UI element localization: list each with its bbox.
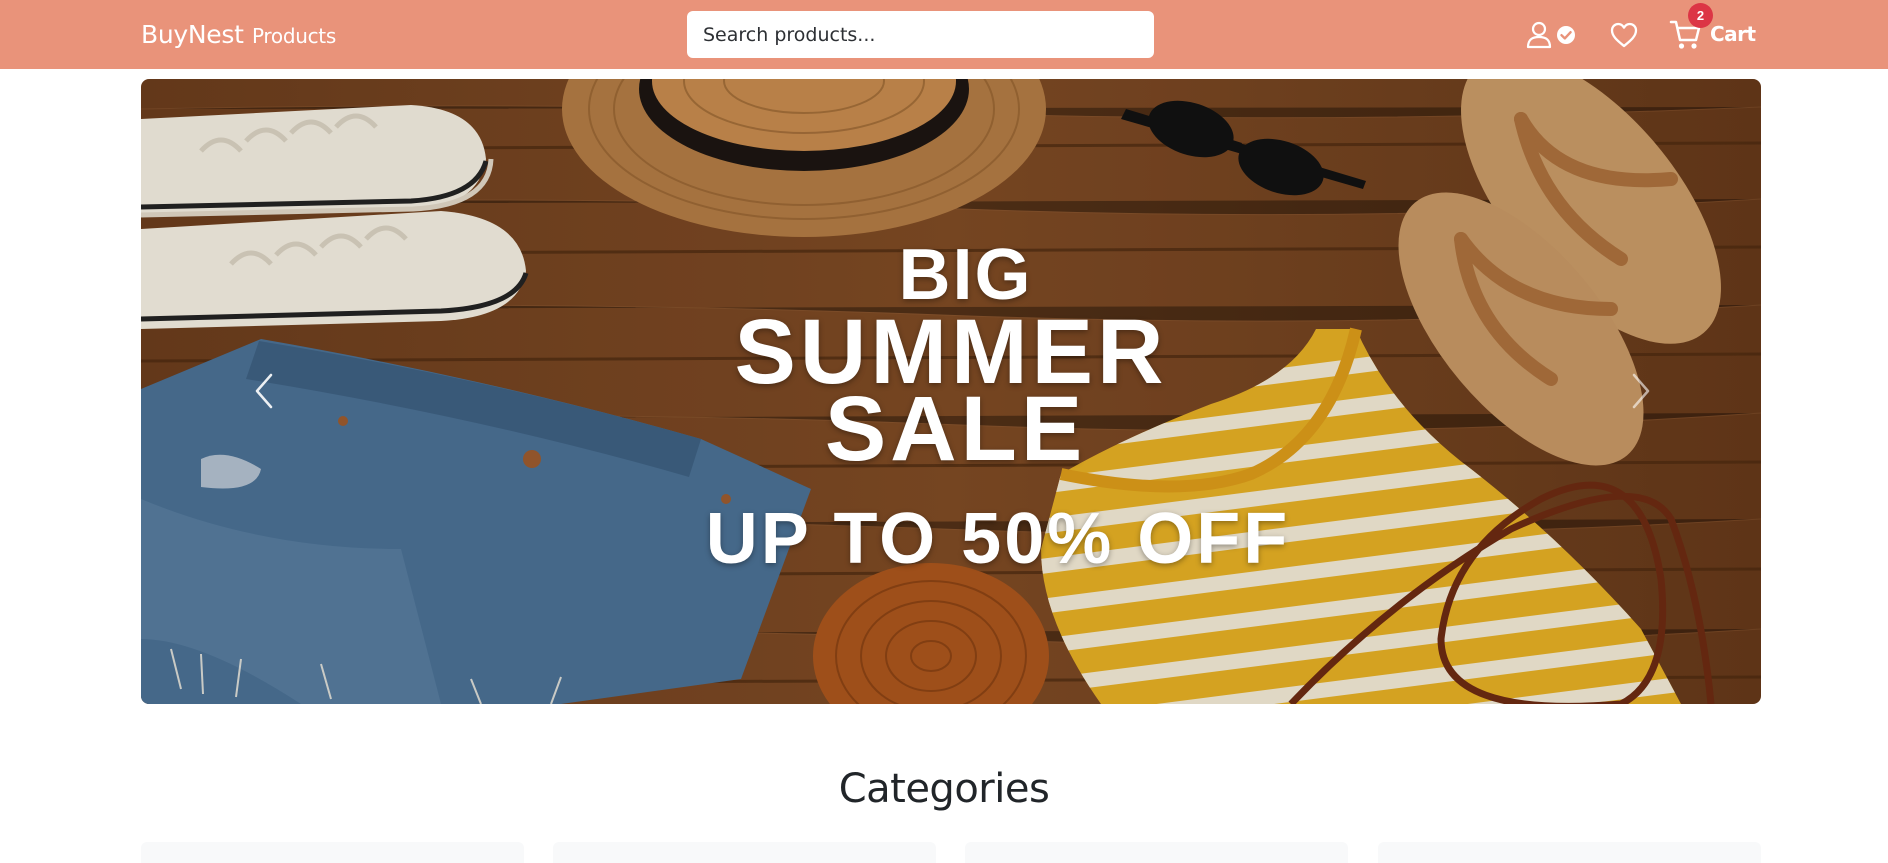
search-input[interactable]	[687, 11, 1154, 58]
chevron-left-icon	[255, 373, 273, 409]
carousel-next-button[interactable]	[1620, 371, 1660, 411]
category-card[interactable]	[1378, 842, 1761, 863]
banner-line-sale: SALE	[824, 378, 1087, 480]
category-card[interactable]	[553, 842, 936, 863]
navbar: BuyNest Products 2 Cart	[0, 0, 1888, 69]
category-card[interactable]	[141, 842, 524, 863]
hero-carousel: BIG SUMMER SALE UP TO 50% OFF	[141, 79, 1761, 704]
banner-line-discount: UP TO 50% OFF	[705, 499, 1291, 579]
category-card[interactable]	[965, 842, 1348, 863]
brand-logo[interactable]: BuyNest	[141, 20, 244, 49]
categories-heading: Categories	[838, 766, 1050, 812]
chevron-right-icon	[1632, 373, 1650, 409]
user-verified-icon	[1526, 21, 1575, 49]
cart-button[interactable]: 2 Cart	[1668, 3, 1756, 52]
nav-link-products[interactable]: Products	[252, 24, 336, 48]
wishlist-button[interactable]	[1609, 20, 1639, 50]
carousel-prev-button[interactable]	[245, 371, 285, 411]
cart-label: Cart	[1710, 22, 1756, 46]
account-button[interactable]	[1524, 20, 1584, 50]
heart-icon	[1610, 22, 1638, 48]
